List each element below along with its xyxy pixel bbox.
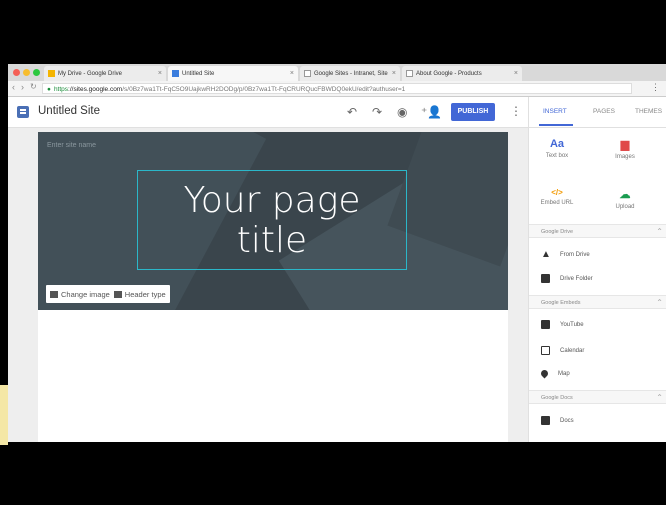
drive-icon: ▲ bbox=[541, 249, 551, 260]
lock-icon: ● bbox=[47, 86, 51, 93]
side-strip bbox=[0, 385, 8, 445]
browser-tab-label: My Drive - Google Drive bbox=[58, 70, 123, 77]
browser-tab-bar: My Drive - Google Drive × Untitled Site … bbox=[8, 64, 666, 81]
preview-eye-icon[interactable]: ◉ bbox=[397, 105, 407, 119]
page-title-line: Your page bbox=[183, 180, 361, 221]
section-google-docs[interactable]: Google Docs ⌃ bbox=[529, 390, 666, 404]
item-label: Calendar bbox=[560, 347, 585, 354]
header-type-button[interactable]: Header type bbox=[113, 289, 166, 299]
site-title[interactable]: Untitled Site bbox=[38, 105, 100, 117]
item-label: YouTube bbox=[560, 321, 584, 328]
screen: My Drive - Google Drive × Untitled Site … bbox=[8, 64, 666, 442]
calendar-icon bbox=[541, 346, 550, 355]
tool-label: Images bbox=[615, 154, 635, 160]
docs-icon bbox=[541, 416, 550, 425]
page-favicon-icon bbox=[304, 70, 311, 77]
from-drive-item[interactable]: ▲ From Drive bbox=[541, 249, 590, 260]
site-name-input[interactable]: Enter site name bbox=[47, 142, 96, 149]
section-label: Google Docs bbox=[541, 395, 573, 401]
browser-tab-label: Untitled Site bbox=[182, 70, 215, 77]
address-bar-row: ‹ › ↻ ● https://sites.google.com/s/0Bz7wa… bbox=[8, 81, 666, 97]
browser-tab-sites[interactable]: Untitled Site × bbox=[168, 66, 298, 81]
section-label: Google Embeds bbox=[541, 300, 581, 306]
maximize-window-icon[interactable] bbox=[33, 69, 40, 76]
header-section[interactable]: Enter site name Your page title Change i… bbox=[38, 132, 508, 310]
youtube-icon bbox=[541, 320, 550, 329]
close-tab-icon[interactable]: × bbox=[290, 70, 294, 77]
more-options-icon[interactable]: ⋮ bbox=[510, 104, 522, 118]
docs-item[interactable]: Docs bbox=[541, 416, 574, 425]
image-icon bbox=[50, 290, 58, 298]
url-domain: ://sites.google.com bbox=[68, 86, 123, 93]
section-label: Google Drive bbox=[541, 229, 574, 235]
page-favicon-icon bbox=[406, 70, 413, 77]
embed-code-icon: </> bbox=[551, 188, 563, 197]
change-image-label: Change image bbox=[61, 289, 110, 299]
change-image-button[interactable]: Change image bbox=[50, 290, 110, 299]
map-item[interactable]: Map bbox=[539, 368, 570, 379]
header-type-icon bbox=[113, 290, 122, 298]
url-field[interactable]: ● https://sites.google.com/s/0Bz7wa1Tt-Fq… bbox=[42, 83, 632, 94]
sites-logo-icon[interactable] bbox=[17, 106, 29, 118]
publish-button[interactable]: PUBLISH bbox=[451, 103, 495, 121]
url-scheme: https bbox=[53, 86, 69, 93]
sites-favicon-icon bbox=[172, 70, 179, 77]
close-window-icon[interactable] bbox=[13, 69, 20, 76]
tab-insert[interactable]: INSERT bbox=[543, 108, 567, 115]
tool-label: Embed URL bbox=[540, 200, 574, 206]
item-label: Map bbox=[558, 370, 570, 377]
section-google-embeds[interactable]: Google Embeds ⌃ bbox=[529, 295, 666, 309]
undo-icon[interactable]: ↶ bbox=[347, 105, 357, 119]
text-box-tool[interactable]: Aa Text box bbox=[533, 138, 581, 159]
panel-tabs: INSERT PAGES THEMES bbox=[529, 97, 666, 128]
drive-folder-item[interactable]: Drive Folder bbox=[541, 274, 593, 283]
youtube-item[interactable]: YouTube bbox=[541, 320, 584, 329]
browser-tab-label: About Google - Products bbox=[416, 70, 482, 77]
active-tab-indicator bbox=[539, 124, 573, 126]
drive-favicon-icon bbox=[48, 70, 55, 77]
redo-icon[interactable]: ↷ bbox=[372, 105, 382, 119]
text-box-icon: Aa bbox=[549, 138, 565, 150]
map-pin-icon bbox=[539, 368, 550, 379]
minimize-window-icon[interactable] bbox=[23, 69, 30, 76]
close-tab-icon[interactable]: × bbox=[514, 70, 518, 77]
tool-label: Text box bbox=[545, 153, 569, 159]
folder-icon bbox=[541, 274, 550, 283]
item-label: Docs bbox=[560, 417, 574, 424]
header-toolbar: Change image Header type bbox=[46, 285, 170, 303]
browser-tab-drive[interactable]: My Drive - Google Drive × bbox=[44, 66, 166, 81]
browser-tab-label: Google Sites - Intranet, Site bbox=[314, 70, 388, 77]
share-add-person-icon[interactable]: ⁺👤 bbox=[421, 105, 442, 119]
back-icon[interactable]: ‹ bbox=[12, 82, 15, 92]
reload-icon[interactable]: ↻ bbox=[30, 82, 37, 91]
close-tab-icon[interactable]: × bbox=[392, 70, 396, 77]
side-panel: INSERT PAGES THEMES Aa Text box ▆ Images… bbox=[528, 97, 666, 442]
close-tab-icon[interactable]: × bbox=[158, 70, 162, 77]
page-title-line: title bbox=[236, 220, 308, 261]
calendar-item[interactable]: Calendar bbox=[541, 346, 584, 355]
image-icon: ▆ bbox=[620, 139, 630, 151]
header-type-label: Header type bbox=[124, 289, 166, 299]
forward-icon[interactable]: › bbox=[21, 82, 24, 92]
section-google-drive[interactable]: Google Drive ⌃ bbox=[529, 224, 666, 238]
browser-tab-intranet[interactable]: Google Sites - Intranet, Site × bbox=[300, 66, 400, 81]
url-path: /s/0Bz7wa1Tt-FqC5O9UajkwRH2DODg/p/0Bz7wa… bbox=[122, 86, 406, 93]
cloud-upload-icon: ☁ bbox=[619, 189, 631, 201]
app-header: Untitled Site ↶ ↷ ◉ ⁺👤 PUBLISH ⋮ bbox=[8, 97, 528, 128]
collapse-icon[interactable]: ⌃ bbox=[656, 391, 663, 405]
page-body-section[interactable] bbox=[38, 310, 508, 442]
browser-menu-icon[interactable]: ⋮ bbox=[651, 82, 660, 93]
images-tool[interactable]: ▆ Images bbox=[601, 138, 649, 160]
tab-themes[interactable]: THEMES bbox=[635, 108, 662, 115]
browser-tab-about[interactable]: About Google - Products × bbox=[402, 66, 522, 81]
embed-url-tool[interactable]: </> Embed URL bbox=[533, 188, 581, 206]
collapse-icon[interactable]: ⌃ bbox=[656, 296, 663, 310]
collapse-icon[interactable]: ⌃ bbox=[656, 225, 663, 239]
upload-tool[interactable]: ☁ Upload bbox=[601, 188, 649, 210]
item-label: From Drive bbox=[560, 251, 590, 258]
tool-label: Upload bbox=[615, 204, 635, 210]
item-label: Drive Folder bbox=[560, 275, 593, 282]
page-title-box[interactable]: Your page title bbox=[137, 170, 407, 270]
tab-pages[interactable]: PAGES bbox=[593, 108, 615, 115]
